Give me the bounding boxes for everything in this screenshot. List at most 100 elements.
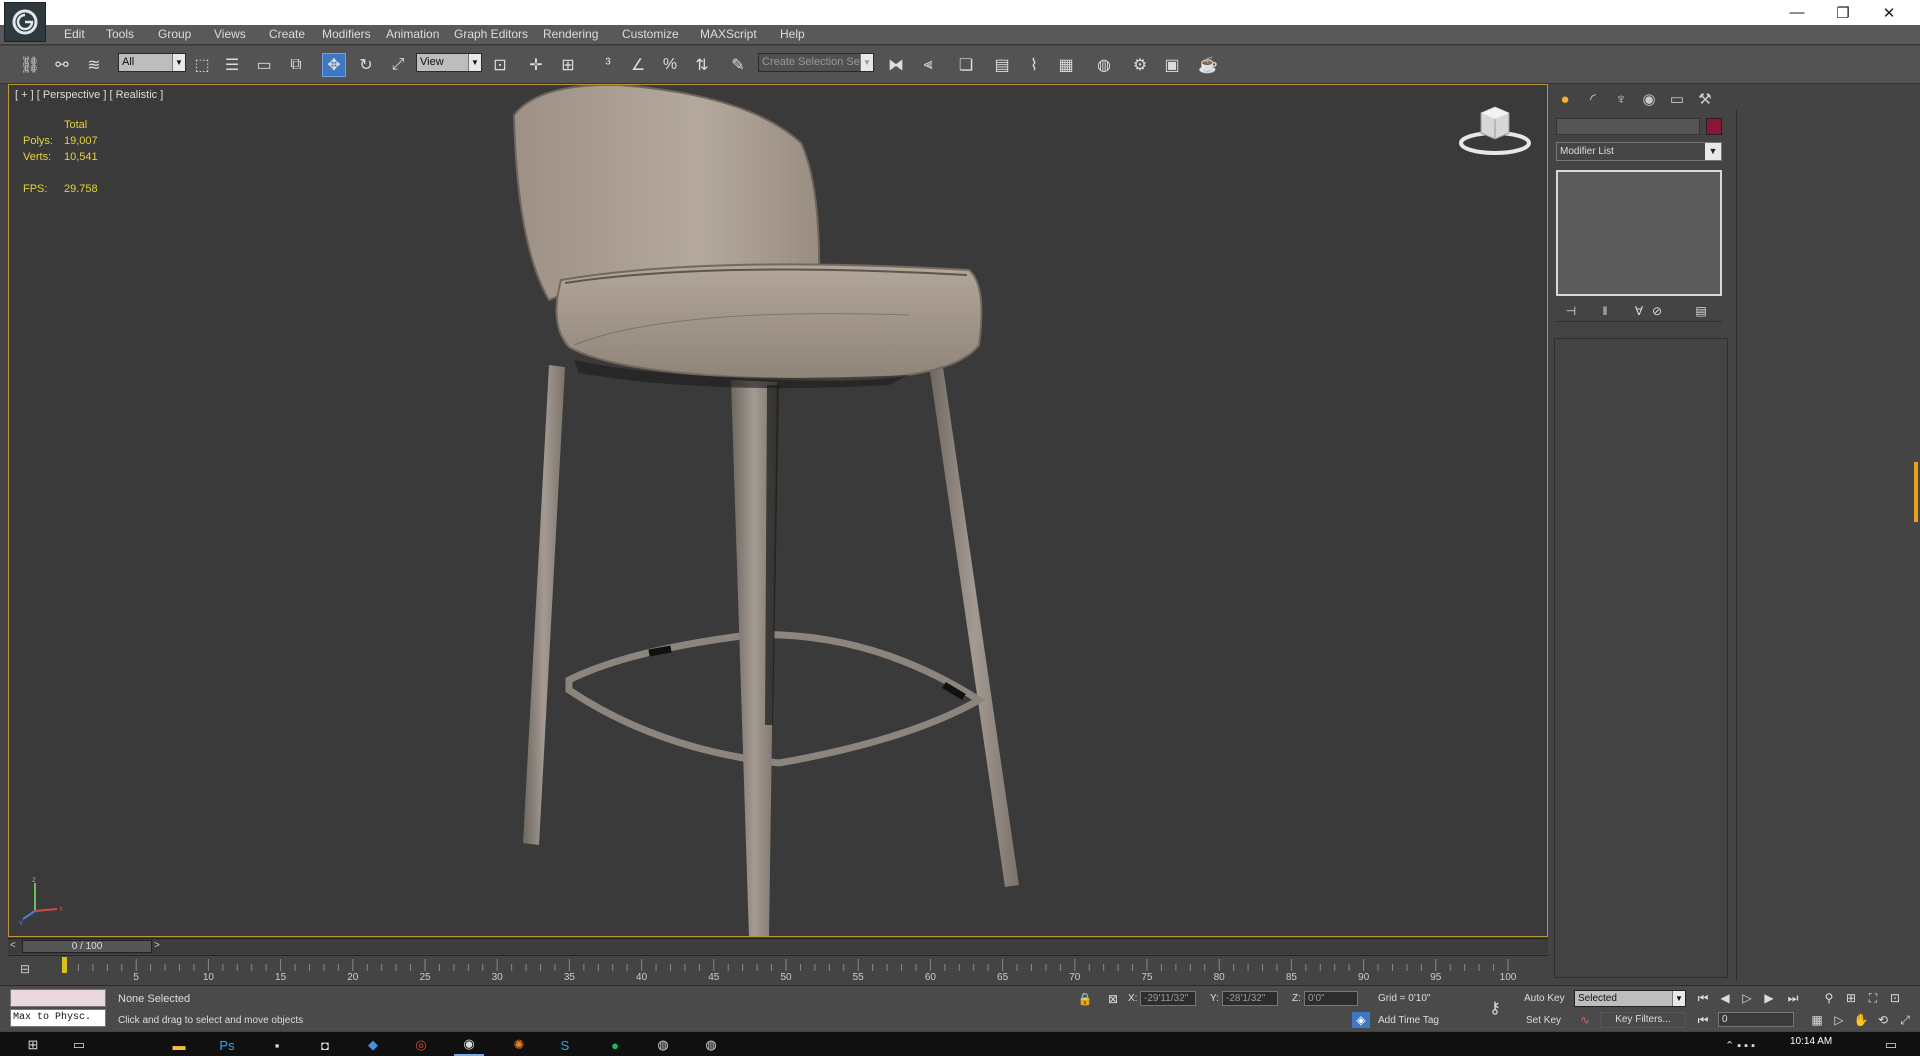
perspective-viewport[interactable]: [ + ] [ Perspective ] [ Realistic ] Tota… bbox=[8, 84, 1548, 937]
spinner-snap-icon[interactable]: ⇅ bbox=[690, 53, 714, 77]
maximize-viewport-icon[interactable]: ⤢ bbox=[1896, 1012, 1914, 1028]
material-editor-icon[interactable]: ◍ bbox=[1092, 53, 1116, 77]
previous-frame-icon[interactable]: ◀ bbox=[1716, 990, 1734, 1006]
lock-selection-icon[interactable]: 🔒 bbox=[1076, 991, 1094, 1007]
zoom-extents-all-icon[interactable]: ⊡ bbox=[1886, 990, 1904, 1006]
window-crossing-icon[interactable]: ⧉ bbox=[284, 53, 308, 77]
field-of-view-icon[interactable]: ▷ bbox=[1830, 1012, 1848, 1028]
bar-stool-model[interactable] bbox=[9, 85, 1548, 937]
modifier-stack[interactable] bbox=[1556, 170, 1722, 296]
notifications-icon[interactable]: ▭ bbox=[1876, 1034, 1906, 1056]
select-and-rotate-icon[interactable]: ↻ bbox=[354, 53, 378, 77]
render-setup-icon[interactable]: ⚙ bbox=[1128, 53, 1152, 77]
task-view-icon[interactable]: ▭ bbox=[64, 1034, 94, 1056]
modify-tab-icon[interactable]: ◜ bbox=[1582, 88, 1604, 110]
time-slider-prev[interactable]: < bbox=[10, 940, 20, 953]
select-manipulate-icon[interactable]: ✛ bbox=[524, 53, 548, 77]
next-frame-icon[interactable]: ▶ bbox=[1760, 990, 1778, 1006]
keyboard-shortcut-override-icon[interactable]: ⊞ bbox=[556, 53, 580, 77]
align-icon[interactable]: ⫷ bbox=[916, 53, 940, 77]
menu-graph-editors[interactable]: Graph Editors bbox=[454, 27, 528, 41]
blender-icon[interactable]: ✺ bbox=[504, 1034, 534, 1056]
show-end-result-icon[interactable]: ‖ bbox=[1596, 303, 1614, 319]
edit-named-selection-icon[interactable]: ✎ bbox=[726, 53, 750, 77]
current-frame-marker[interactable] bbox=[62, 957, 67, 973]
epic-launcher-icon[interactable]: ▪ bbox=[262, 1034, 292, 1056]
select-by-name-icon[interactable]: ☰ bbox=[220, 53, 244, 77]
configure-modifier-sets-icon[interactable]: ▤ bbox=[1692, 303, 1710, 319]
windows-start-icon[interactable]: ⊞ bbox=[18, 1034, 48, 1056]
menu-animation[interactable]: Animation bbox=[386, 27, 439, 41]
panel-scroll-indicator[interactable] bbox=[1914, 462, 1918, 522]
menu-group[interactable]: Group bbox=[158, 27, 191, 41]
time-tag-icon[interactable]: ◈ bbox=[1352, 1012, 1370, 1028]
application-button[interactable] bbox=[4, 2, 46, 42]
menu-create[interactable]: Create bbox=[269, 27, 305, 41]
selection-filter-dropdown[interactable]: All ▼ bbox=[118, 53, 186, 72]
menu-tools[interactable]: Tools bbox=[106, 27, 134, 41]
viewcube[interactable] bbox=[1457, 103, 1533, 157]
select-and-move-icon[interactable]: ✥ bbox=[322, 53, 346, 77]
orbit-icon[interactable]: ⟲ bbox=[1874, 1012, 1892, 1028]
percent-snap-icon[interactable]: % bbox=[658, 53, 682, 77]
reference-coordinate-dropdown[interactable]: View ▼ bbox=[416, 53, 482, 72]
zoom-all-icon[interactable]: ⊞ bbox=[1842, 990, 1860, 1006]
photoshop-icon[interactable]: Ps bbox=[212, 1034, 242, 1056]
zoom-extents-icon[interactable]: ⛶ bbox=[1864, 990, 1882, 1006]
menu-rendering[interactable]: Rendering bbox=[543, 27, 598, 41]
time-configuration-icon[interactable]: ▦ bbox=[1808, 1012, 1826, 1028]
pin-stack-icon[interactable]: ⊣ bbox=[1562, 303, 1580, 319]
add-time-tag[interactable]: Add Time Tag bbox=[1378, 1015, 1439, 1026]
system-tray[interactable]: ⌃ ▪ ▪ ▪ bbox=[1700, 1034, 1780, 1056]
maxscript-output[interactable]: Max to Physc. bbox=[10, 1009, 106, 1027]
hierarchy-tab-icon[interactable]: ♆ bbox=[1610, 88, 1632, 110]
make-unique-icon[interactable]: ∀ bbox=[1630, 303, 1648, 319]
key-mode-dropdown[interactable]: Selected ▼ bbox=[1574, 990, 1686, 1007]
menu-maxscript[interactable]: MAXScript bbox=[700, 27, 757, 41]
object-name-field[interactable] bbox=[1556, 118, 1700, 135]
key-mode-toggle-icon[interactable]: ⏮ bbox=[1694, 1012, 1712, 1028]
display-tab-icon[interactable]: ▭ bbox=[1666, 88, 1688, 110]
pivot-center-icon[interactable]: ⊡ bbox=[488, 53, 512, 77]
go-to-end-icon[interactable]: ⏭ bbox=[1784, 990, 1802, 1006]
motion-tab-icon[interactable]: ◉ bbox=[1638, 88, 1660, 110]
angle-snap-icon[interactable]: ∠ bbox=[626, 53, 650, 77]
z-coordinate-field[interactable]: 0'0" bbox=[1304, 991, 1358, 1006]
rendered-frame-window-icon[interactable]: ▣ bbox=[1160, 53, 1184, 77]
bind-space-warp-icon[interactable]: ≋ bbox=[82, 53, 106, 77]
key-icon[interactable]: ⚷ bbox=[1486, 1000, 1504, 1017]
current-frame-field[interactable]: 0 bbox=[1718, 1012, 1794, 1027]
menu-edit[interactable]: Edit bbox=[64, 27, 85, 41]
skype-icon[interactable]: S bbox=[550, 1034, 580, 1056]
absolute-offset-toggle-icon[interactable]: ⊠ bbox=[1104, 991, 1122, 1007]
toggle-ribbon-icon[interactable]: ▤ bbox=[990, 53, 1014, 77]
menu-modifiers[interactable]: Modifiers bbox=[322, 27, 371, 41]
set-key-button[interactable]: Set Key bbox=[1526, 1015, 1561, 1026]
spotify-icon[interactable]: ● bbox=[600, 1034, 630, 1056]
3dsmax-task-icon[interactable]: ◉ bbox=[454, 1034, 484, 1056]
track-bar[interactable]: ⊟ 5 10 15 20 25 30 35 40 45 50 55 60 65 70 75 80 85 90 95 1… bbox=[8, 955, 1548, 985]
schematic-view-icon[interactable]: ▦ bbox=[1054, 53, 1078, 77]
mini-curve-editor-icon[interactable]: ⊟ bbox=[20, 962, 38, 978]
curve-editor-icon[interactable]: ⌇ bbox=[1022, 53, 1046, 77]
minimize-button[interactable]: — bbox=[1774, 0, 1820, 25]
modifier-list-dropdown[interactable]: Modifier List ▼ bbox=[1556, 142, 1722, 161]
snaps-toggle-icon[interactable]: ³ bbox=[596, 53, 620, 77]
dropbox-icon[interactable]: ◆ bbox=[358, 1034, 388, 1056]
auto-key-button[interactable]: Auto Key bbox=[1524, 993, 1565, 1004]
remove-modifier-icon[interactable]: ⊘ bbox=[1648, 303, 1666, 319]
named-selection-set-dropdown[interactable]: Create Selection Se ▼ bbox=[758, 53, 874, 72]
zoom-icon[interactable]: ⚲ bbox=[1820, 990, 1838, 1006]
maxscript-listener-input[interactable] bbox=[10, 989, 106, 1007]
menu-help[interactable]: Help bbox=[780, 27, 805, 41]
time-slider-next[interactable]: > bbox=[154, 940, 164, 953]
steam-icon[interactable]: ◘ bbox=[310, 1034, 340, 1056]
pan-view-icon[interactable]: ✋ bbox=[1852, 1012, 1870, 1028]
chrome-icon[interactable]: ◎ bbox=[406, 1034, 436, 1056]
play-icon[interactable]: ▷ bbox=[1738, 990, 1756, 1006]
link-icon[interactable]: ⛓ bbox=[18, 53, 42, 77]
select-object-icon[interactable]: ⬚ bbox=[190, 53, 214, 77]
maximize-button[interactable]: ❐ bbox=[1820, 0, 1866, 25]
rectangular-selection-icon[interactable]: ▭ bbox=[252, 53, 276, 77]
select-and-scale-icon[interactable]: ⤢ bbox=[386, 53, 410, 77]
